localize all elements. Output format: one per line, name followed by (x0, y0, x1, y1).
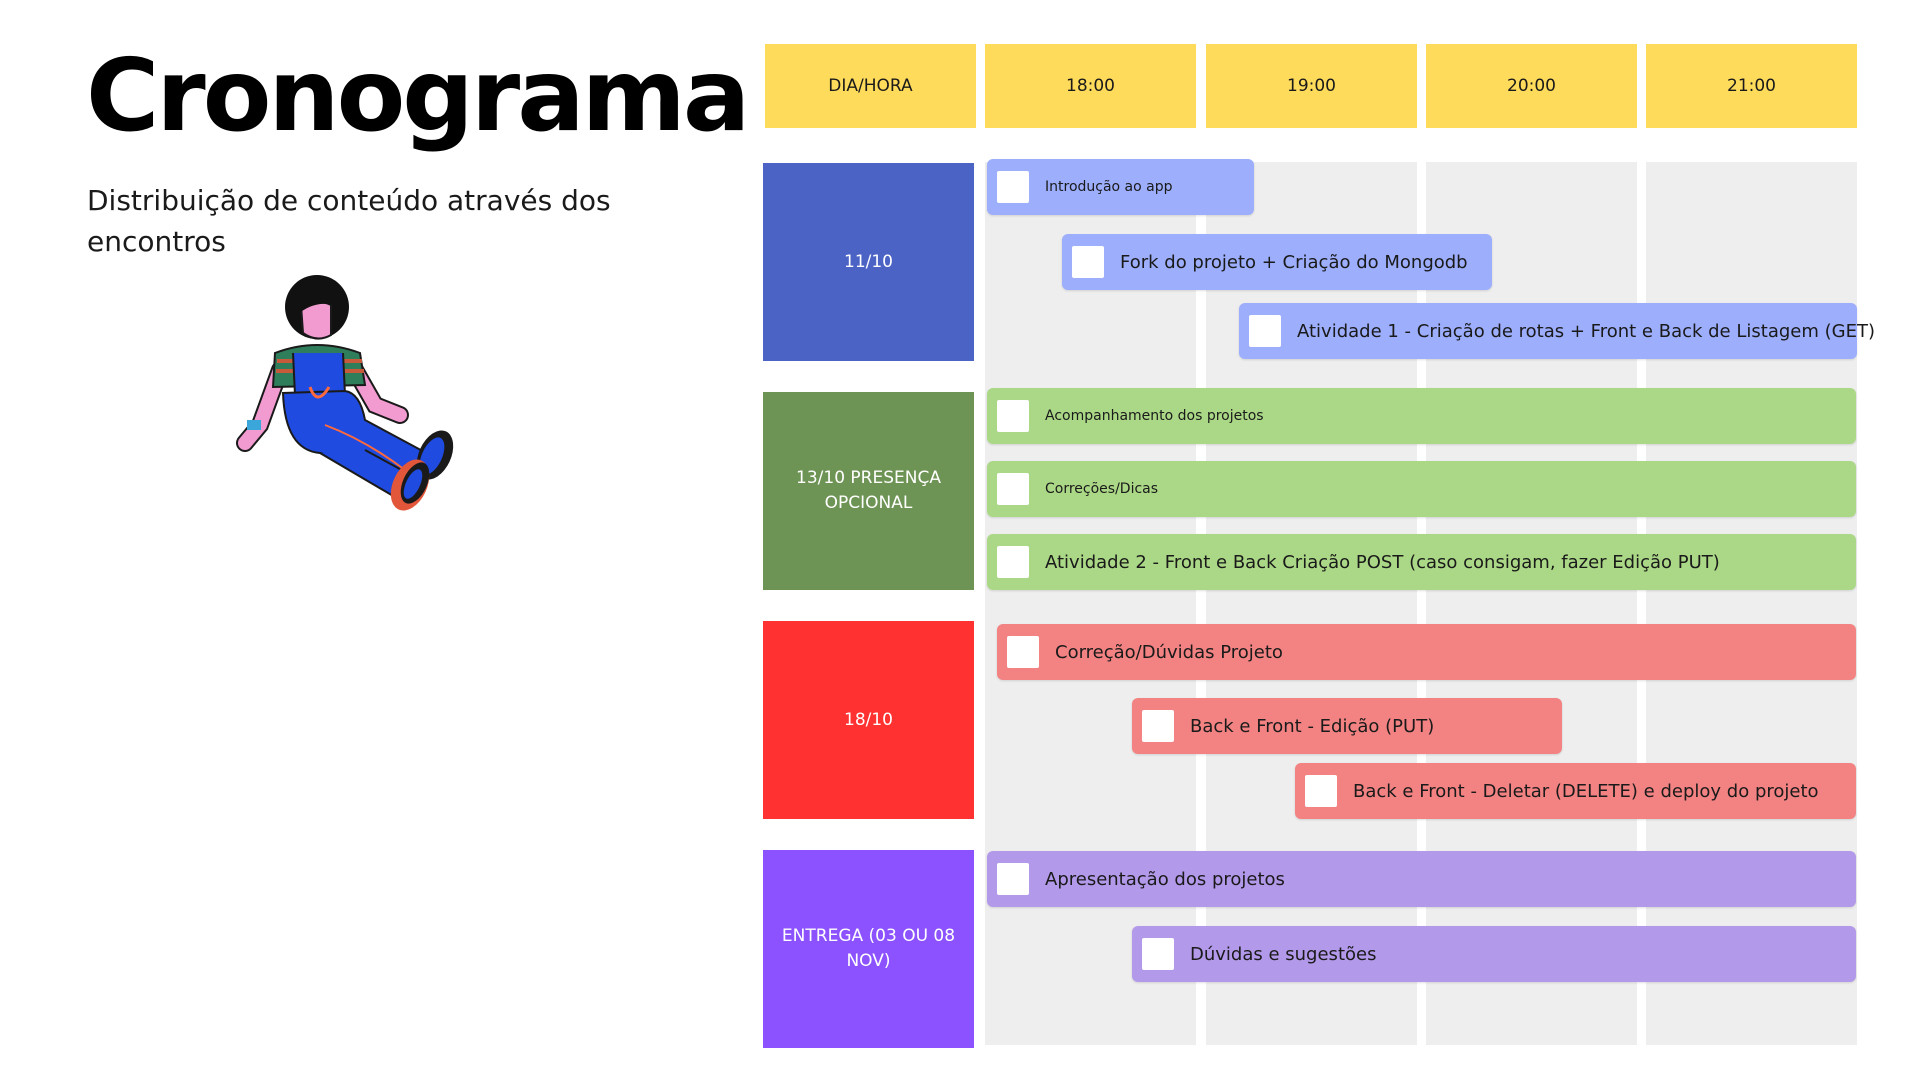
page-subtitle: Distribuição de conteúdo através dos enc… (87, 184, 611, 258)
day-entrega: ENTREGA (03 OU 08 NOV) (763, 850, 974, 1048)
task-label: Fork do projeto + Criação do Mongodb (1120, 251, 1468, 273)
task-label: Correções/Dicas (1045, 481, 1159, 497)
checkbox[interactable] (1072, 246, 1104, 278)
task-label: Introdução ao app (1045, 179, 1173, 195)
sitting-person-illustration (236, 275, 454, 511)
task-label: Acompanhamento dos projetos (1045, 408, 1264, 424)
checkbox[interactable] (997, 473, 1029, 505)
task-label: Back e Front - Deletar (DELETE) e deploy… (1353, 780, 1819, 802)
header-time-18: 18:00 (985, 44, 1196, 128)
header-time-19: 19:00 (1206, 44, 1417, 128)
task-bar: Back e Front - Deletar (DELETE) e deploy… (1295, 763, 1856, 819)
header-time-20: 20:00 (1426, 44, 1637, 128)
task-label: Atividade 1 - Criação de rotas + Front e… (1297, 320, 1875, 342)
checkbox[interactable] (1007, 636, 1039, 668)
task-bar: Introdução ao app (987, 159, 1254, 215)
task-label: Correção/Dúvidas Projeto (1055, 641, 1283, 663)
task-bar: Acompanhamento dos projetos (987, 388, 1856, 444)
task-bar: Atividade 1 - Criação de rotas + Front e… (1239, 303, 1875, 359)
task-bar: Correção/Dúvidas Projeto (997, 624, 1856, 680)
task-bar: Back e Front - Edição (PUT) (1132, 698, 1562, 754)
checkbox[interactable] (997, 171, 1029, 203)
checkbox[interactable] (997, 400, 1029, 432)
checkbox[interactable] (1142, 710, 1174, 742)
checkbox[interactable] (1305, 775, 1337, 807)
column-19-00 (1206, 162, 1417, 1045)
column-21-00 (1646, 162, 1857, 1045)
task-bar: Atividade 2 - Front e Back Criação POST … (987, 534, 1856, 590)
column-18-00 (985, 162, 1196, 1045)
column-20-00 (1426, 162, 1637, 1045)
checkbox[interactable] (1249, 315, 1281, 347)
task-bar: Fork do projeto + Criação do Mongodb (1062, 234, 1492, 290)
page-title: Cronograma (86, 37, 750, 154)
day-18-10: 18/10 (763, 621, 974, 819)
task-bar: Correções/Dicas (987, 461, 1856, 517)
day-11-10: 11/10 (763, 163, 974, 361)
header-time-21: 21:00 (1646, 44, 1857, 128)
checkbox[interactable] (997, 546, 1029, 578)
header-day-time: DIA/HORA (765, 44, 976, 128)
checkbox[interactable] (1142, 938, 1174, 970)
day-13-10: 13/10 PRESENÇA OPCIONAL (763, 392, 974, 590)
task-label: Dúvidas e sugestões (1190, 943, 1377, 965)
task-label: Back e Front - Edição (PUT) (1190, 715, 1435, 737)
checkbox[interactable] (997, 863, 1029, 895)
task-bar: Apresentação dos projetos (987, 851, 1856, 907)
task-label: Atividade 2 - Front e Back Criação POST … (1045, 551, 1720, 573)
task-bar: Dúvidas e sugestões (1132, 926, 1856, 982)
task-label: Apresentação dos projetos (1045, 868, 1285, 890)
